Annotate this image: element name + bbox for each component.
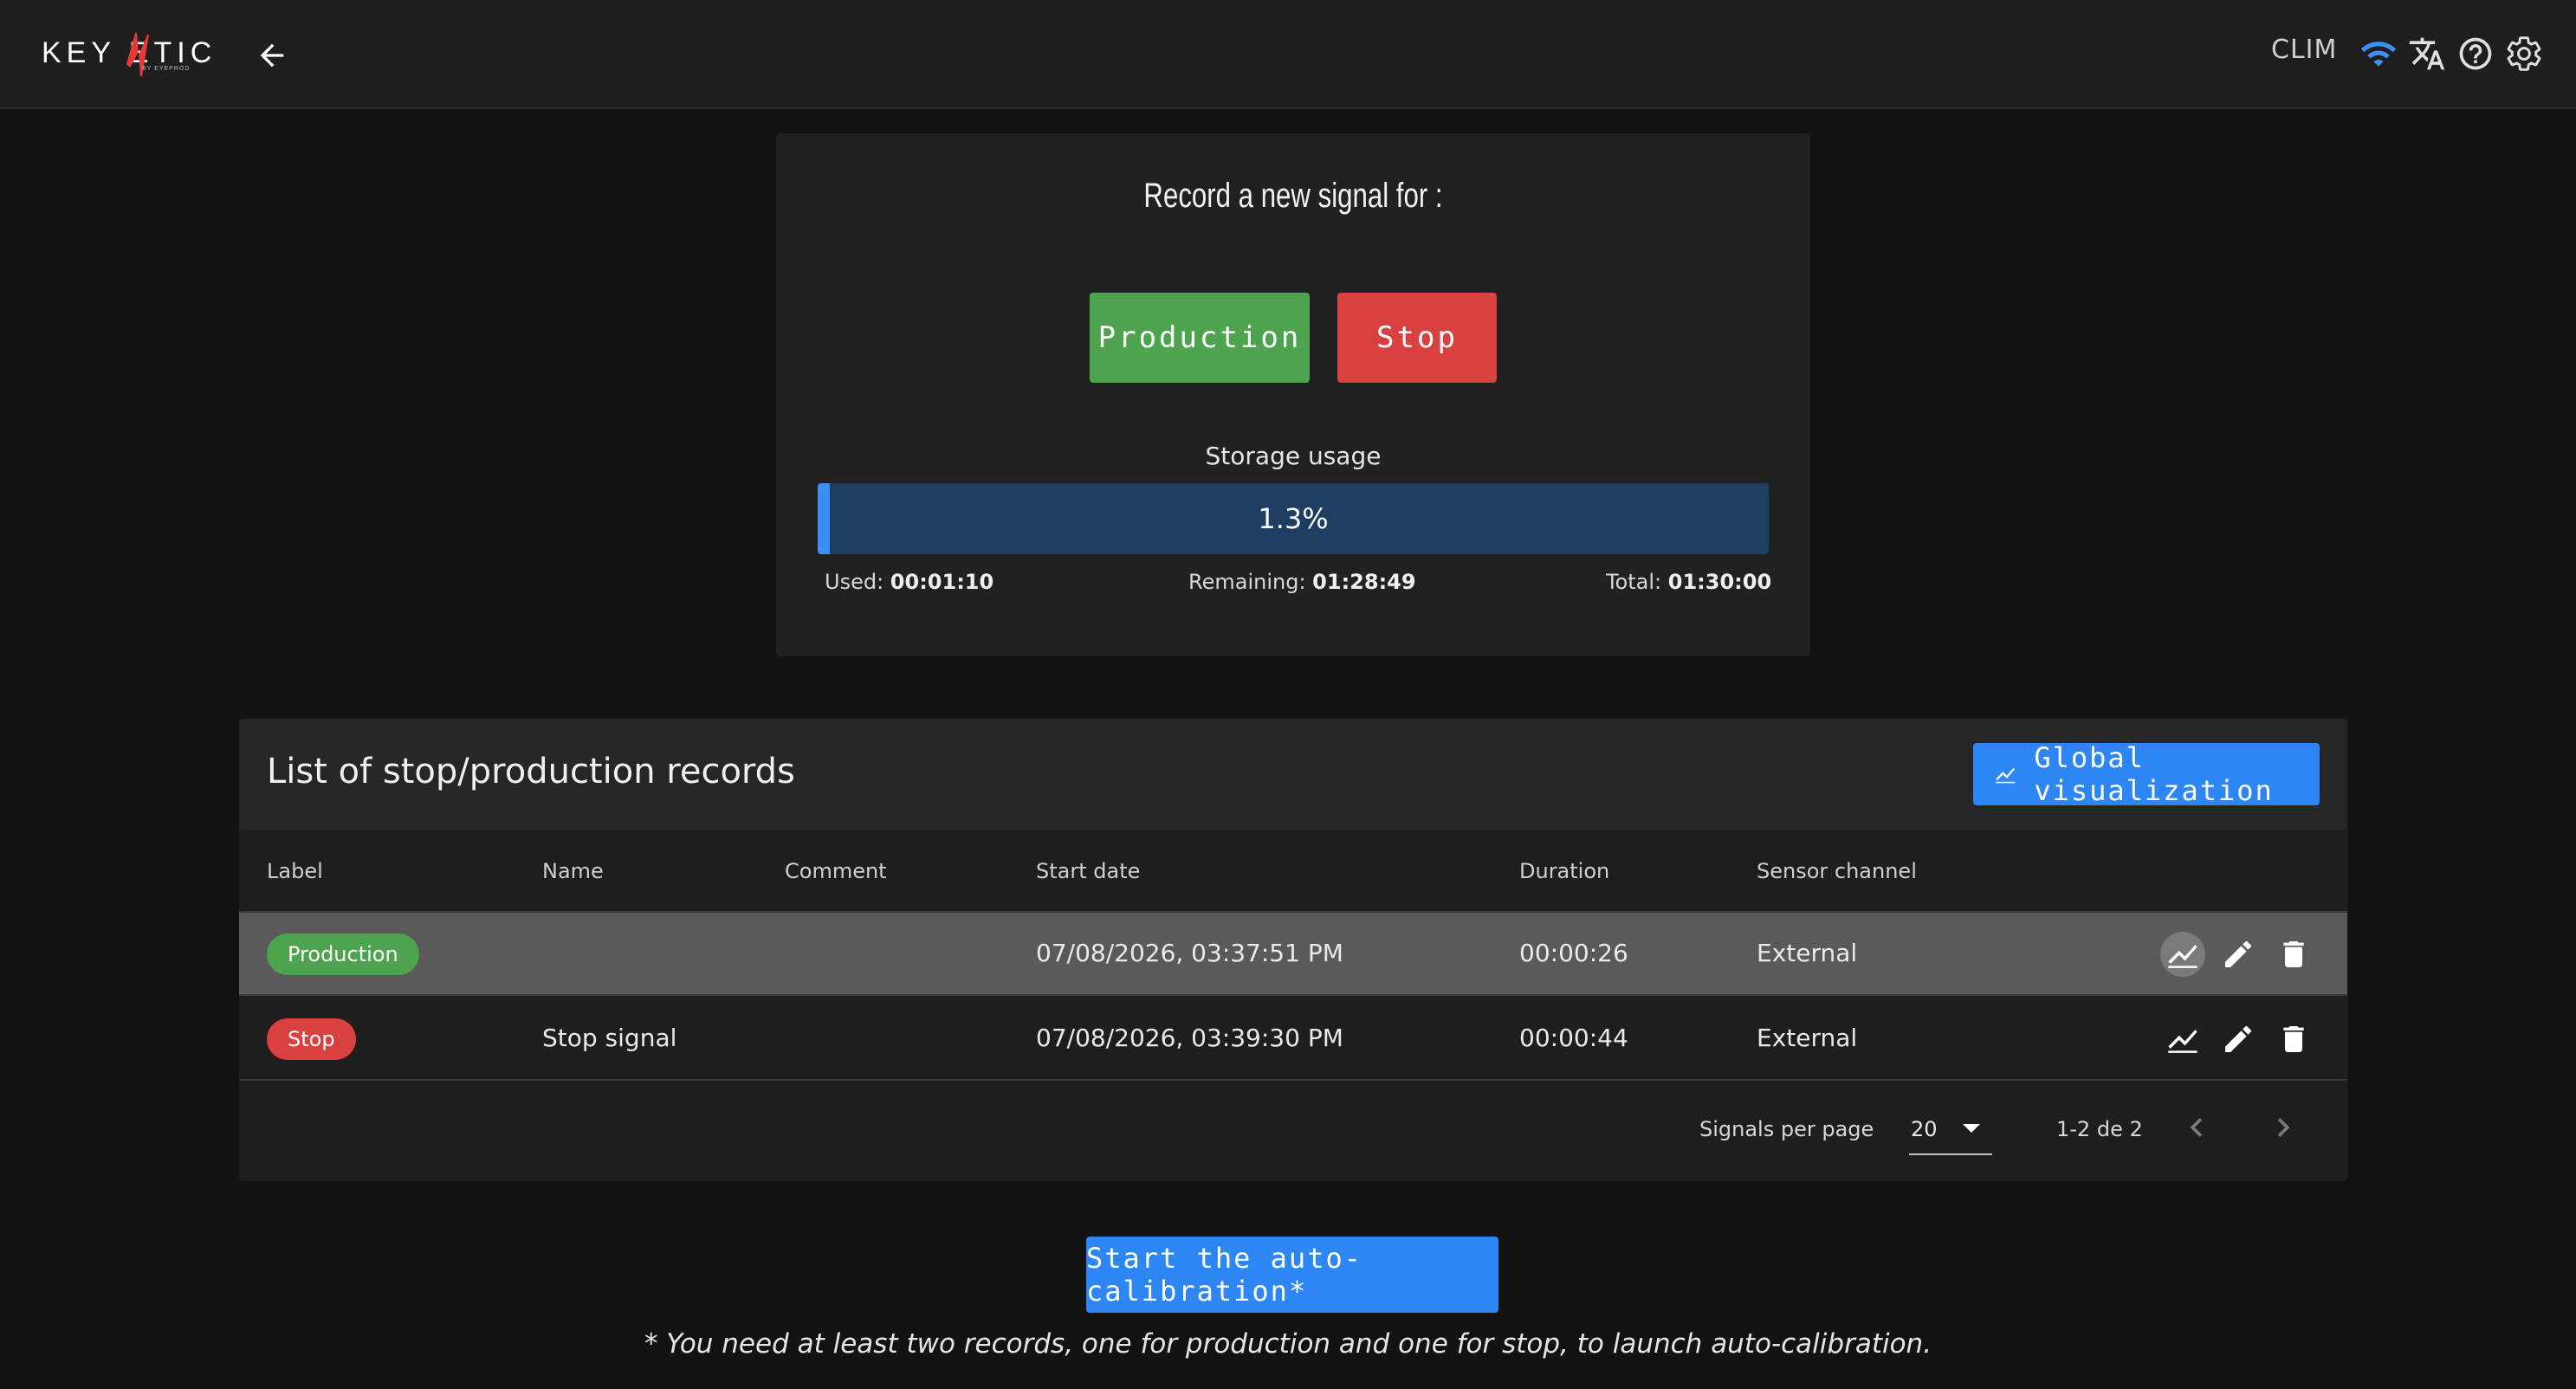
pagination: Signals per page 20 1-2 de 2 bbox=[239, 1082, 2347, 1181]
storage-total: Total: 01:30:00 bbox=[1606, 570, 1771, 594]
pagination-range: 1-2 de 2 bbox=[2056, 1117, 2143, 1141]
logo-bolt-icon bbox=[126, 33, 149, 76]
view-chart-icon[interactable] bbox=[2160, 932, 2205, 977]
chevron-right-icon[interactable] bbox=[2264, 1108, 2302, 1147]
keynetic-logo[interactable]: KEY ETIC BY EYEPROD bbox=[42, 29, 220, 80]
table-header: Label Name Comment Start date Duration S… bbox=[239, 830, 2347, 913]
column-comment[interactable]: Comment bbox=[785, 859, 887, 883]
signals-per-page-value: 20 bbox=[1911, 1117, 1938, 1141]
row-sensor-channel: External bbox=[1757, 1024, 1858, 1052]
column-label[interactable]: Label bbox=[267, 859, 323, 883]
delete-icon[interactable] bbox=[2271, 1017, 2316, 1062]
row-start-date: 07/08/2026, 03:39:30 PM bbox=[1036, 1024, 1343, 1052]
records-card: List of stop/production records Global v… bbox=[239, 719, 2347, 1181]
row-duration: 00:00:44 bbox=[1519, 1024, 1628, 1052]
storage-remaining-label: Remaining: bbox=[1188, 570, 1306, 594]
label-chip-production: Production bbox=[267, 934, 419, 975]
signals-per-page-select[interactable]: 20 bbox=[1909, 1103, 1992, 1155]
row-name: Stop signal bbox=[542, 1024, 677, 1052]
column-duration[interactable]: Duration bbox=[1519, 859, 1609, 883]
help-icon[interactable] bbox=[2456, 35, 2495, 73]
storage-progress-bar: 1.3% bbox=[818, 483, 1769, 554]
record-panel: Record a new signal for : Production Sto… bbox=[776, 133, 1810, 656]
calibration-footnote: * You need at least two records, one for… bbox=[644, 1328, 1932, 1360]
table-row[interactable]: Production 07/08/2026, 03:37:51 PM 00:00… bbox=[239, 913, 2347, 996]
back-arrow-icon[interactable] bbox=[255, 38, 289, 73]
column-sensor-channel[interactable]: Sensor channel bbox=[1757, 859, 1917, 883]
storage-remaining: Remaining: 01:28:49 bbox=[1188, 570, 1416, 594]
table-row[interactable]: Stop Stop signal 07/08/2026, 03:39:30 PM… bbox=[239, 998, 2347, 1081]
device-name: CLIM bbox=[2271, 35, 2338, 65]
record-production-button[interactable]: Production bbox=[1090, 293, 1310, 383]
column-name[interactable]: Name bbox=[542, 859, 604, 883]
storage-used-value: 00:01:10 bbox=[890, 570, 994, 594]
storage-remaining-value: 01:28:49 bbox=[1312, 570, 1416, 594]
record-title: Record a new signal for : bbox=[1143, 177, 1443, 215]
signals-per-page-label: Signals per page bbox=[1699, 1117, 1874, 1141]
caret-down-icon bbox=[1963, 1124, 1980, 1133]
storage-usage-label: Storage usage bbox=[1205, 442, 1382, 470]
view-chart-icon[interactable] bbox=[2160, 1017, 2205, 1062]
storage-percent: 1.3% bbox=[1258, 502, 1329, 535]
storage-used: Used: 00:01:10 bbox=[825, 570, 994, 594]
top-bar: KEY ETIC BY EYEPROD CLIM bbox=[0, 0, 2576, 109]
chart-line-icon bbox=[1996, 767, 2016, 784]
chevron-left-icon[interactable] bbox=[2178, 1108, 2216, 1147]
records-title: List of stop/production records bbox=[267, 752, 795, 791]
global-visualization-button[interactable]: Global visualization bbox=[1973, 741, 2320, 807]
row-start-date: 07/08/2026, 03:37:51 PM bbox=[1036, 939, 1343, 967]
logo-subtext: BY EYEPROD bbox=[142, 66, 191, 72]
storage-total-label: Total: bbox=[1606, 570, 1662, 594]
column-start-date[interactable]: Start date bbox=[1036, 859, 1140, 883]
edit-icon[interactable] bbox=[2216, 1017, 2261, 1062]
label-chip-stop: Stop bbox=[267, 1018, 356, 1060]
global-visualization-label: Global visualization bbox=[2034, 741, 2274, 807]
row-sensor-channel: External bbox=[1757, 939, 1858, 967]
records-header: List of stop/production records Global v… bbox=[239, 719, 2347, 830]
translate-icon[interactable] bbox=[2408, 35, 2446, 73]
delete-icon[interactable] bbox=[2271, 932, 2316, 977]
storage-total-value: 01:30:00 bbox=[1667, 570, 1772, 594]
record-stop-button[interactable]: Stop bbox=[1337, 293, 1497, 383]
row-duration: 00:00:26 bbox=[1519, 939, 1628, 967]
edit-icon[interactable] bbox=[2216, 932, 2261, 977]
start-auto-calibration-button[interactable]: Start the auto-calibration* bbox=[1086, 1237, 1498, 1313]
settings-icon[interactable] bbox=[2505, 35, 2543, 73]
storage-used-label: Used: bbox=[825, 570, 884, 594]
wifi-icon[interactable] bbox=[2359, 35, 2398, 73]
